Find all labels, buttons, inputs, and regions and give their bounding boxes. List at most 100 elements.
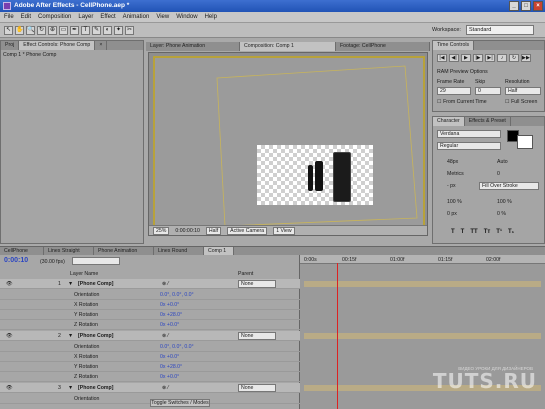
font-size-value[interactable]: 48px — [447, 159, 458, 165]
tab-footage-cellphone[interactable]: Footage: CellPhone — [336, 42, 430, 51]
play-icon[interactable]: ▶ — [461, 54, 471, 62]
camera-dropdown[interactable]: Active Camera — [227, 226, 268, 235]
layer-name-header[interactable]: Layer Name — [70, 271, 98, 277]
font-family-dropdown[interactable]: Verdana — [437, 130, 501, 138]
property-value[interactable]: 0x +0.0° — [160, 372, 179, 382]
property-value[interactable]: 0x +0.0° — [160, 320, 179, 330]
loop-icon[interactable]: ↻ — [509, 54, 519, 62]
skip-field[interactable]: 0 — [475, 87, 501, 95]
tab-effect-controls[interactable]: Effect Controls: Phone Comp — [19, 41, 96, 50]
menu-animation[interactable]: Animation — [123, 14, 150, 20]
twirl-down-icon[interactable]: ▼ — [68, 331, 73, 341]
tab-layer-phone-animation[interactable]: Layer: Phone Animation — [146, 42, 240, 51]
maximize-button[interactable]: □ — [521, 1, 531, 11]
ram-preview-icon[interactable]: ▶▶ — [521, 54, 531, 62]
pen-tool-icon[interactable]: ✒ — [70, 26, 79, 35]
parent-dropdown[interactable]: None — [238, 384, 276, 392]
all-caps-icon[interactable]: TT — [470, 229, 477, 235]
preview-resolution-field[interactable]: Half — [505, 87, 541, 95]
first-frame-icon[interactable]: |◀ — [437, 54, 447, 62]
timeline-search-input[interactable] — [72, 257, 120, 265]
menu-help[interactable]: Help — [205, 14, 217, 20]
tracking-value[interactable]: 0 — [497, 171, 500, 177]
parent-dropdown[interactable]: None — [238, 280, 276, 288]
visibility-icon[interactable]: 👁 — [6, 331, 13, 341]
puppet-pin-tool-icon[interactable]: ✦ — [114, 26, 123, 35]
stroke-width-value[interactable]: - px — [447, 183, 456, 189]
menu-view[interactable]: View — [156, 14, 169, 20]
superscript-icon[interactable]: T¹ — [496, 229, 502, 235]
minimize-button[interactable]: _ — [509, 1, 519, 11]
menu-composition[interactable]: Composition — [38, 14, 71, 20]
layer-duration-bar[interactable] — [304, 281, 541, 287]
current-time-display[interactable]: 0:00:00:10 — [175, 228, 200, 234]
toggle-switches-modes-button[interactable]: Toggle Switches / Modes — [150, 399, 210, 407]
prev-frame-icon[interactable]: ◀| — [449, 54, 459, 62]
current-time-field[interactable]: 0:00:10 — [4, 257, 28, 264]
layer-row[interactable]: 👁 2 ▼ [Phone Comp] ⊗ ⁄ None — [0, 331, 300, 341]
tab-project[interactable]: Proj — [1, 41, 20, 50]
layer-name[interactable]: [Phone Comp] — [78, 331, 113, 341]
menu-layer[interactable]: Layer — [78, 14, 93, 20]
full-screen-checkbox[interactable]: ☐ Full Screen — [505, 99, 537, 105]
composition-canvas[interactable] — [153, 56, 425, 234]
view-layout-dropdown[interactable]: 1 View — [273, 226, 295, 235]
shy-switch-icon[interactable]: ⊗ ⁄ — [162, 331, 169, 341]
ram-preview-options[interactable]: RAM Preview Options — [437, 69, 488, 75]
eraser-tool-icon[interactable]: ✂ — [125, 26, 134, 35]
layer-row[interactable]: 👁 1 ▼ [Phone Comp] ⊗ ⁄ None — [0, 279, 300, 289]
visibility-icon[interactable]: 👁 — [6, 279, 13, 289]
tsume-value[interactable]: 0 % — [497, 211, 506, 217]
property-value[interactable]: 0x +0.0° — [160, 300, 179, 310]
faux-bold-icon[interactable]: T — [451, 229, 455, 235]
vertical-scale-value[interactable]: 100 % — [447, 199, 462, 205]
small-caps-icon[interactable]: Tт — [484, 229, 491, 235]
type-tool-icon[interactable]: T — [81, 26, 90, 35]
audio-icon[interactable]: ♪ — [497, 54, 507, 62]
zoom-tool-icon[interactable]: 🔍 — [26, 26, 35, 35]
magnification-dropdown[interactable]: 25% — [153, 226, 170, 235]
layer-name[interactable]: [Phone Comp] — [78, 279, 113, 289]
property-value[interactable]: 0x +28.0° — [160, 310, 182, 320]
parent-dropdown[interactable]: None — [238, 332, 276, 340]
kerning-value[interactable]: Metrics — [447, 171, 464, 177]
close-button[interactable]: × — [533, 1, 543, 11]
tab-time-controls[interactable]: Time Controls — [433, 41, 475, 50]
subscript-icon[interactable]: T₁ — [508, 229, 514, 235]
menu-edit[interactable]: Edit — [21, 14, 31, 20]
layer-row[interactable]: 👁 3 ▼ [Phone Comp] ⊗ ⁄ None — [0, 383, 300, 393]
selection-tool-icon[interactable]: ↖ — [4, 26, 13, 35]
from-current-time-checkbox[interactable]: ☐ From Current Time — [437, 99, 487, 105]
property-value[interactable]: 0.0°, 0.0°, 0.0° — [160, 342, 194, 352]
menu-file[interactable]: File — [4, 14, 14, 20]
layer-name[interactable]: [Phone Comp] — [78, 383, 113, 393]
property-value[interactable]: 0x +28.0° — [160, 362, 182, 372]
visibility-icon[interactable]: 👁 — [6, 383, 13, 393]
property-value[interactable]: 0x +0.0° — [160, 352, 179, 362]
property-value[interactable]: 0.0°, 0.0°, 0.0° — [160, 290, 194, 300]
leading-value[interactable]: Auto — [497, 159, 508, 165]
layer-duration-bar[interactable] — [304, 333, 541, 339]
panel-close-icon[interactable]: × — [95, 41, 108, 50]
fill-color-swatch[interactable] — [517, 135, 533, 149]
next-frame-icon[interactable]: |▶ — [473, 54, 483, 62]
font-style-dropdown[interactable]: Regular — [437, 142, 501, 150]
faux-italic-icon[interactable]: T — [461, 229, 465, 235]
twirl-down-icon[interactable]: ▼ — [68, 279, 73, 289]
hand-tool-icon[interactable]: ✋ — [15, 26, 24, 35]
tab-effects-presets[interactable]: Effects & Preset — [465, 117, 511, 126]
shy-switch-icon[interactable]: ⊗ ⁄ — [162, 279, 169, 289]
last-frame-icon[interactable]: ▶| — [485, 54, 495, 62]
orbit-camera-tool-icon[interactable]: ⊕ — [48, 26, 57, 35]
composition-viewer[interactable]: 25% 0:00:00:10 Half Active Camera 1 View — [148, 52, 428, 236]
workspace-dropdown[interactable]: Standard — [466, 25, 534, 35]
tab-character[interactable]: Character — [433, 117, 465, 126]
current-time-indicator[interactable] — [337, 263, 338, 409]
horizontal-scale-value[interactable]: 100 % — [497, 199, 512, 205]
menu-effect[interactable]: Effect — [100, 14, 115, 20]
clone-stamp-tool-icon[interactable]: ◐ — [103, 26, 112, 35]
resolution-dropdown[interactable]: Half — [205, 226, 222, 235]
baseline-shift-value[interactable]: 0 px — [447, 211, 457, 217]
brush-tool-icon[interactable]: ✎ — [92, 26, 101, 35]
shy-switch-icon[interactable]: ⊗ ⁄ — [162, 383, 169, 393]
